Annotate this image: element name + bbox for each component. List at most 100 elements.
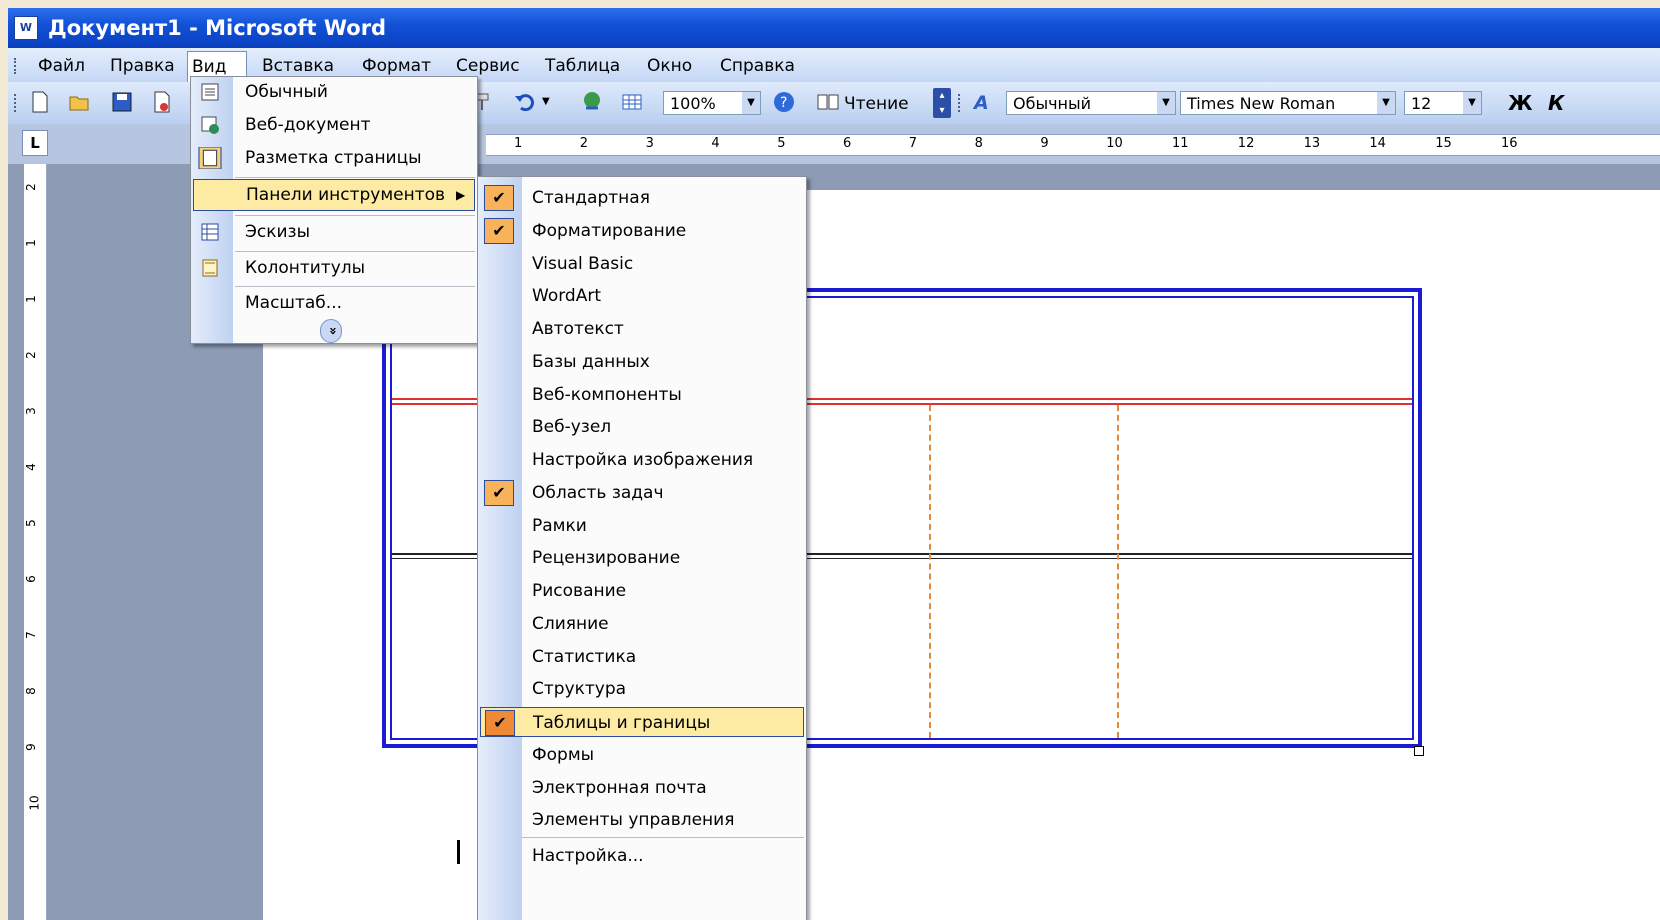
italic-button[interactable]: К: [1548, 91, 1564, 115]
menu-help[interactable]: Справка: [716, 55, 799, 77]
toolbar-toggle-item[interactable]: ✔ Форматирование: [480, 216, 804, 246]
toolbar-toggle-item[interactable]: Настройка...: [480, 841, 804, 871]
menu-item-label: Колонтитулы: [245, 258, 366, 278]
toolbar-toggle-item[interactable]: Рисование: [480, 576, 804, 606]
toolbar-options-icon[interactable]: ▴ ▾: [933, 88, 951, 118]
menu-separator: [235, 286, 475, 287]
toolbar-toggle-item[interactable]: Слияние: [480, 609, 804, 639]
hyperlink-icon[interactable]: [580, 90, 604, 114]
toolbar-toggle-item[interactable]: ✔ Область задач: [480, 478, 804, 508]
menubar-grip[interactable]: [14, 58, 19, 74]
help-icon[interactable]: ?: [772, 90, 796, 114]
chevron-down-icon[interactable]: ▼: [1463, 92, 1481, 114]
formatting-grip[interactable]: [958, 94, 963, 112]
zoom-combo[interactable]: 100% ▼: [663, 91, 761, 115]
font-combo[interactable]: Times New Roman ▼: [1180, 91, 1396, 115]
menu-item-label: Разметка страницы: [245, 148, 422, 168]
ruler-number: 4: [23, 463, 38, 471]
view-menu: Обычный Веб-документ Разметка страницы П…: [190, 76, 478, 344]
menu-item-label: Настройка...: [532, 846, 644, 866]
chevron-down-icon[interactable]: ▼: [742, 92, 760, 114]
tab-selector[interactable]: L: [22, 130, 48, 156]
ruler-number: 1: [23, 239, 38, 247]
menu-item-label: Автотекст: [532, 319, 624, 339]
menu-window[interactable]: Окно: [643, 55, 696, 77]
menu-format[interactable]: Формат: [358, 55, 435, 77]
word-window: W Документ1 - Microsoft Word Файл Правка…: [8, 8, 1660, 920]
menu-edit[interactable]: Правка: [106, 55, 179, 77]
menu-item-label: Стандартная: [532, 188, 650, 208]
table-dashed-column: [1117, 405, 1119, 738]
ruler-number: 15: [1435, 136, 1452, 151]
header-footer-icon: [202, 259, 218, 277]
toolbar-toggle-item[interactable]: Электронная почта: [480, 773, 804, 803]
toolbar-toggle-item[interactable]: Visual Basic: [480, 249, 804, 279]
save-icon[interactable]: [110, 90, 134, 114]
ruler-number: 10: [1106, 136, 1123, 151]
style-combo[interactable]: Обычный ▼: [1006, 91, 1176, 115]
expand-menu-icon[interactable]: »: [320, 319, 342, 343]
menu-item-label: Эскизы: [245, 222, 310, 242]
menu-item-label: Панели инструментов: [246, 185, 446, 205]
view-menu-item-header-footer[interactable]: Колонтитулы: [191, 253, 477, 283]
undo-dropdown-icon[interactable]: ▼: [542, 96, 550, 107]
insert-table-icon[interactable]: [620, 90, 644, 114]
menu-file[interactable]: Файл: [34, 55, 89, 77]
word-app-icon: W: [14, 16, 38, 40]
vertical-ruler[interactable]: 2 1 1 2 3 4 5 6 7 8 9 10: [24, 164, 47, 920]
toolbar-toggle-item[interactable]: Автотекст: [480, 314, 804, 344]
new-document-icon[interactable]: [28, 90, 52, 114]
view-menu-item-normal[interactable]: Обычный: [191, 77, 477, 107]
view-menu-item-toolbars[interactable]: Панели инструментов ▶: [193, 179, 475, 211]
horizontal-ruler[interactable]: 1 2 3 4 5 6 7 8 9 10 11 12 13 14 15 16: [486, 134, 1660, 156]
undo-icon[interactable]: [513, 90, 537, 114]
view-menu-item-thumbnails[interactable]: Эскизы: [191, 217, 477, 247]
ruler-number: 9: [23, 743, 38, 751]
toolbar-toggle-item[interactable]: Веб-узел: [480, 412, 804, 442]
text-cursor: [457, 840, 460, 864]
menu-item-label: Статистика: [532, 646, 637, 667]
checkmark-icon: ✔: [485, 710, 515, 736]
view-menu-item-zoom[interactable]: Масштаб...: [191, 288, 477, 318]
ruler-number: 1: [514, 136, 523, 151]
chevron-down-icon[interactable]: ▼: [1157, 92, 1175, 114]
toolbar-toggle-item[interactable]: Формы: [480, 740, 804, 770]
toolbar-toggle-item[interactable]: Структура: [480, 674, 804, 704]
permission-icon[interactable]: [150, 90, 174, 114]
styles-pane-icon[interactable]: A: [974, 92, 989, 114]
menu-table[interactable]: Таблица: [541, 55, 624, 77]
toolbar-toggle-item[interactable]: Настройка изображения: [480, 445, 804, 475]
reading-button[interactable]: Чтение: [844, 92, 909, 116]
font-size-combo[interactable]: 12 ▼: [1404, 91, 1482, 115]
toolbar-toggle-item[interactable]: ✔ Таблицы и границы: [480, 707, 804, 737]
menu-item-label: Таблицы и границы: [533, 713, 711, 733]
chevron-down-icon[interactable]: ▼: [1377, 92, 1395, 114]
toolbar-toggle-item[interactable]: Элементы управления: [480, 805, 804, 835]
web-layout-icon: [201, 116, 219, 134]
ruler-number: 2: [23, 351, 38, 359]
menu-separator: [522, 837, 804, 838]
view-menu-item-web[interactable]: Веб-документ: [191, 110, 477, 140]
toolbar-toggle-item[interactable]: Базы данных: [480, 347, 804, 377]
svg-text:?: ?: [780, 95, 787, 111]
ruler-number: 2: [23, 183, 38, 191]
table-resize-handle[interactable]: [1414, 746, 1424, 756]
ruler-number: 12: [1237, 136, 1255, 151]
toolbar-toggle-item[interactable]: ✔ Стандартная: [480, 183, 804, 213]
toolbar-toggle-item[interactable]: Рецензирование: [480, 543, 804, 573]
reading-book-icon[interactable]: [816, 90, 840, 114]
open-folder-icon[interactable]: [68, 90, 92, 114]
menu-tools[interactable]: Сервис: [452, 55, 524, 77]
ruler-number: 9: [1040, 136, 1049, 151]
toolbar-toggle-item[interactable]: Статистика: [480, 642, 804, 672]
toolbar-toggle-item[interactable]: Веб-компоненты: [480, 380, 804, 410]
toolbar-grip[interactable]: [14, 94, 19, 112]
ruler-number: 4: [711, 136, 720, 151]
title-bar: W Документ1 - Microsoft Word: [8, 8, 1660, 48]
menu-insert[interactable]: Вставка: [258, 55, 338, 77]
bold-button[interactable]: Ж: [1508, 91, 1532, 115]
toolbar-toggle-item[interactable]: WordArt: [480, 281, 804, 311]
toolbar-toggle-item[interactable]: Рамки: [480, 511, 804, 541]
ruler-number: 7: [23, 631, 38, 639]
view-menu-item-print-layout[interactable]: Разметка страницы: [191, 143, 477, 173]
